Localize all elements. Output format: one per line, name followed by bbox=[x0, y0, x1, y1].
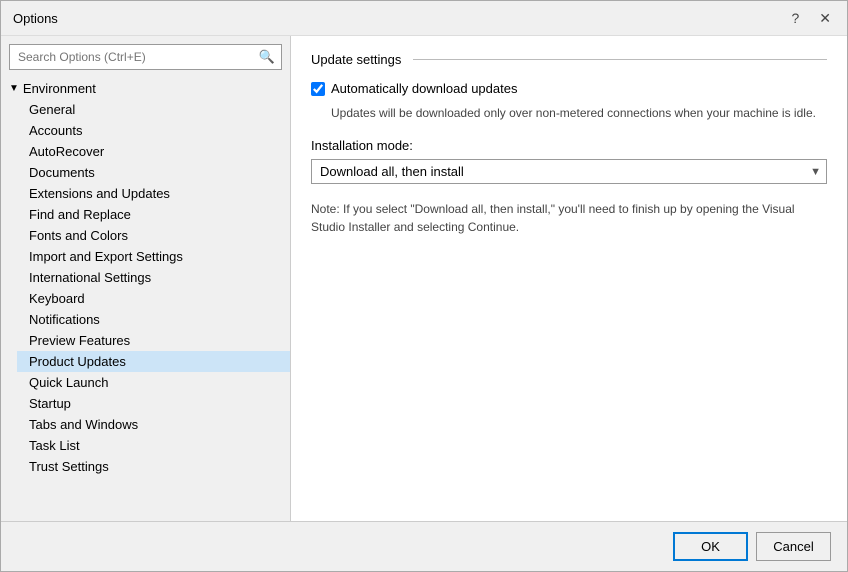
dropdown-row: Download all, then installDownload, then… bbox=[311, 159, 827, 184]
info-text: Updates will be downloaded only over non… bbox=[331, 104, 827, 122]
tree-item[interactable]: Tabs and Windows bbox=[17, 414, 290, 435]
dropdown-wrapper: Download all, then installDownload, then… bbox=[311, 159, 827, 184]
checkbox-row: Automatically download updates bbox=[311, 81, 827, 96]
tree-item[interactable]: Documents bbox=[17, 162, 290, 183]
tree-item[interactable]: Quick Launch bbox=[17, 372, 290, 393]
auto-download-checkbox[interactable] bbox=[311, 82, 325, 96]
tree-item[interactable]: Product Updates bbox=[17, 351, 290, 372]
left-panel: 🔍 ▼ Environment GeneralAccountsAutoRecov… bbox=[1, 36, 291, 521]
title-bar: Options ? ✕ bbox=[1, 1, 847, 36]
note-text: Note: If you select "Download all, then … bbox=[311, 200, 827, 236]
cancel-button[interactable]: Cancel bbox=[756, 532, 831, 561]
section-title-text: Update settings bbox=[311, 52, 401, 67]
title-bar-controls: ? ✕ bbox=[787, 9, 835, 27]
tree-item[interactable]: Fonts and Colors bbox=[17, 225, 290, 246]
dialog-title: Options bbox=[13, 11, 58, 26]
tree-parent-environment[interactable]: ▼ Environment bbox=[1, 78, 290, 99]
options-dialog: Options ? ✕ 🔍 ▼ Environment bbox=[0, 0, 848, 572]
title-bar-left: Options bbox=[13, 11, 58, 26]
tree-item[interactable]: Notifications bbox=[17, 309, 290, 330]
tree-item[interactable]: AutoRecover bbox=[17, 141, 290, 162]
tree-item[interactable]: General bbox=[17, 99, 290, 120]
expand-icon: ▼ bbox=[9, 83, 19, 94]
search-box: 🔍 bbox=[9, 44, 282, 70]
tree-item[interactable]: Extensions and Updates bbox=[17, 183, 290, 204]
ok-button[interactable]: OK bbox=[673, 532, 748, 561]
dialog-footer: OK Cancel bbox=[1, 521, 847, 571]
section-title: Update settings bbox=[311, 52, 827, 67]
installation-mode-label: Installation mode: bbox=[311, 138, 827, 153]
tree-content: ▼ Environment GeneralAccountsAutoRecover… bbox=[1, 78, 290, 521]
search-button[interactable]: 🔍 bbox=[253, 45, 281, 69]
auto-download-label: Automatically download updates bbox=[331, 81, 517, 96]
tree-children-environment: GeneralAccountsAutoRecoverDocumentsExten… bbox=[1, 99, 290, 477]
tree-scroll-area: ▼ Environment GeneralAccountsAutoRecover… bbox=[1, 78, 290, 521]
close-button[interactable]: ✕ bbox=[815, 9, 835, 27]
tree-item[interactable]: International Settings bbox=[17, 267, 290, 288]
right-panel: Update settings Automatically download u… bbox=[291, 36, 847, 521]
tree-item[interactable]: Find and Replace bbox=[17, 204, 290, 225]
tree-item[interactable]: Accounts bbox=[17, 120, 290, 141]
installation-mode-dropdown[interactable]: Download all, then installDownload, then… bbox=[311, 159, 827, 184]
tree-item[interactable]: Keyboard bbox=[17, 288, 290, 309]
tree-item[interactable]: Startup bbox=[17, 393, 290, 414]
help-button[interactable]: ? bbox=[787, 9, 803, 27]
tree-item[interactable]: Task List bbox=[17, 435, 290, 456]
tree-item[interactable]: Preview Features bbox=[17, 330, 290, 351]
environment-label: Environment bbox=[23, 81, 96, 96]
dialog-body: 🔍 ▼ Environment GeneralAccountsAutoRecov… bbox=[1, 36, 847, 521]
tree-item[interactable]: Import and Export Settings bbox=[17, 246, 290, 267]
tree-item[interactable]: Trust Settings bbox=[17, 456, 290, 477]
search-input[interactable] bbox=[10, 46, 253, 68]
